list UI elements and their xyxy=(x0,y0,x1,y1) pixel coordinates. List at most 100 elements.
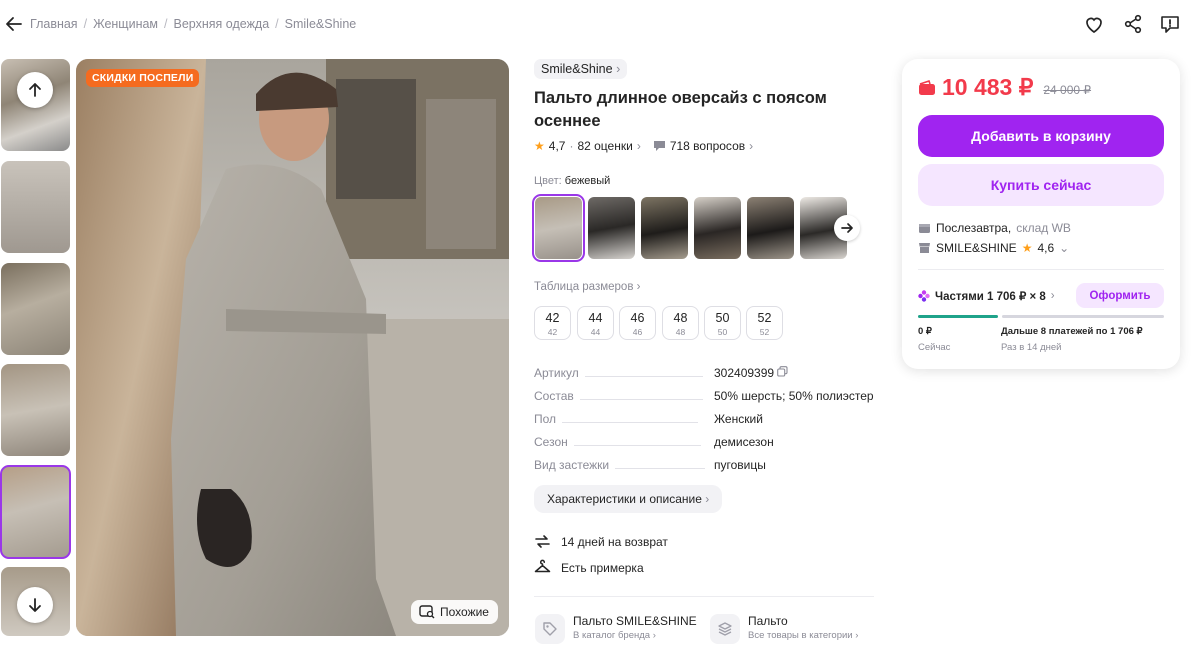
brand-catalog-link[interactable]: Пальто SMILE&SHINE В каталог бренда › xyxy=(535,614,697,644)
param-dots xyxy=(562,422,699,423)
gallery-thumbnail[interactable] xyxy=(1,263,70,355)
layers-icon xyxy=(710,614,740,644)
gallery-thumbnail-selected[interactable] xyxy=(0,465,71,559)
color-swatch[interactable] xyxy=(641,197,688,259)
param-key: Сезон xyxy=(534,435,568,449)
reviews-link[interactable]: 82 оценки xyxy=(577,139,632,153)
size-option[interactable]: 42 42 xyxy=(534,306,571,340)
size-ru: 44 xyxy=(588,311,603,325)
breadcrumb-item-outerwear[interactable]: Верхняя одежда xyxy=(174,17,270,31)
size-option[interactable]: 44 44 xyxy=(577,306,614,340)
divider xyxy=(918,269,1164,270)
seller-info[interactable]: SMILE&SHINE ★ 4,6 ⌄ xyxy=(918,241,1069,255)
param-value: Женский xyxy=(714,412,763,426)
buy-now-button[interactable]: Купить сейчас xyxy=(918,164,1164,206)
param-dots xyxy=(615,468,706,469)
size-table-link[interactable]: Таблица размеров › xyxy=(534,281,640,293)
tag-icon xyxy=(535,614,565,644)
brand-link[interactable]: Smile&Shine › xyxy=(534,59,628,79)
back-button[interactable] xyxy=(4,14,24,34)
param-value: пуговицы xyxy=(714,458,766,472)
star-icon: ★ xyxy=(534,139,545,153)
param-row: Пол Женский xyxy=(534,410,874,426)
seller-rating: 4,6 xyxy=(1037,241,1055,255)
plan-now-amount: 0 ₽ xyxy=(918,326,932,337)
price-row: 10 483 ₽ 24 000 ₽ xyxy=(918,74,1091,101)
category-subtitle: Все товары в категории › xyxy=(748,630,858,641)
installments-label: Частями 1 706 ₽ × 8 xyxy=(935,291,1046,303)
breadcrumb-item-brand[interactable]: Smile&Shine xyxy=(285,17,357,31)
details-button[interactable]: Характеристики и описание › xyxy=(534,485,723,513)
shop-icon xyxy=(919,243,930,253)
hanger-icon xyxy=(534,559,551,573)
feature-return: 14 дней на возврат xyxy=(534,533,668,550)
category-link[interactable]: Пальто Все товары в категории › xyxy=(710,614,858,644)
breadcrumb-item-home[interactable]: Главная xyxy=(30,17,78,31)
color-swatch[interactable] xyxy=(747,197,794,259)
feature-fitting: Есть примерка xyxy=(534,559,644,576)
wallet-icon xyxy=(919,79,935,95)
breadcrumb-separator: / xyxy=(275,17,279,31)
questions-link[interactable]: 718 вопросов xyxy=(670,139,745,153)
seller-name: SMILE&SHINE xyxy=(936,241,1017,255)
param-key: Состав xyxy=(534,389,574,403)
copy-icon[interactable] xyxy=(777,366,788,377)
similar-label: Похожие xyxy=(440,605,489,619)
param-key: Вид застежки xyxy=(534,458,610,472)
chevron-right-icon: › xyxy=(855,630,859,641)
gallery-thumbnail[interactable] xyxy=(1,161,70,253)
param-row: Сезон демисезон xyxy=(534,433,874,449)
rating-dot: · xyxy=(569,139,574,153)
size-option[interactable]: 46 46 xyxy=(619,306,656,340)
feature-label: Есть примерка xyxy=(561,560,644,575)
size-ru: 48 xyxy=(673,311,688,325)
chevron-right-icon: › xyxy=(749,139,754,153)
color-scroll-next-button[interactable] xyxy=(834,215,860,241)
delivery-warehouse: склад WB xyxy=(1016,221,1071,235)
size-ru: 50 xyxy=(715,311,730,325)
similar-button[interactable]: Похожие xyxy=(411,600,498,624)
param-dots xyxy=(584,376,703,377)
chevron-right-icon: › xyxy=(705,492,710,506)
heart-icon xyxy=(1086,17,1102,34)
size-option[interactable]: 50 50 xyxy=(704,306,741,340)
product-main-image[interactable] xyxy=(76,59,509,636)
breadcrumb-separator: / xyxy=(164,17,168,31)
refresh-icon xyxy=(535,535,550,548)
delivery-info: Послезавтра, склад WB xyxy=(918,221,1071,235)
favorite-button[interactable] xyxy=(1083,13,1105,35)
color-swatch[interactable] xyxy=(694,197,741,259)
breadcrumb-item-women[interactable]: Женщинам xyxy=(93,17,158,31)
color-swatch[interactable] xyxy=(588,197,635,259)
category-title: Пальто xyxy=(748,614,788,628)
promo-badge: СКИДКИ ПОСПЕЛИ xyxy=(86,69,200,87)
add-to-cart-button[interactable]: Добавить в корзину xyxy=(918,115,1164,157)
buy-panel xyxy=(902,59,1180,369)
size-eu: 46 xyxy=(632,327,643,337)
current-price: 10 483 ₽ xyxy=(942,74,1034,100)
share-button[interactable] xyxy=(1122,13,1144,35)
divider xyxy=(534,596,874,597)
product-title: Пальто длинное оверсайз с поясом осеннее xyxy=(534,89,827,130)
gallery-thumbnail[interactable] xyxy=(1,364,70,456)
apply-installments-button[interactable]: Оформить xyxy=(1076,283,1164,308)
plan-progress-now xyxy=(918,315,998,318)
size-option[interactable]: 48 48 xyxy=(662,306,699,340)
chevron-right-icon: › xyxy=(636,139,641,153)
size-eu: 44 xyxy=(590,327,601,337)
gallery-scroll-down-button[interactable] xyxy=(17,587,53,623)
plan-now-label: Сейчас xyxy=(918,342,951,353)
arrow-right-icon xyxy=(841,223,853,233)
report-button[interactable] xyxy=(1159,13,1181,35)
color-swatch-selected[interactable] xyxy=(532,194,585,262)
param-dots xyxy=(579,399,703,400)
chevron-down-icon: ⌄ xyxy=(1059,241,1070,255)
size-eu: 50 xyxy=(717,327,728,337)
gallery-scroll-up-button[interactable] xyxy=(17,72,53,108)
arrow-up-icon xyxy=(29,83,41,97)
size-option[interactable]: 52 52 xyxy=(746,306,783,340)
arrow-down-icon xyxy=(29,598,41,612)
report-icon xyxy=(1161,16,1179,33)
installments-info[interactable]: Частями 1 706 ₽ × 8 › xyxy=(918,289,1055,303)
brand-name: Smile&Shine xyxy=(541,62,613,76)
